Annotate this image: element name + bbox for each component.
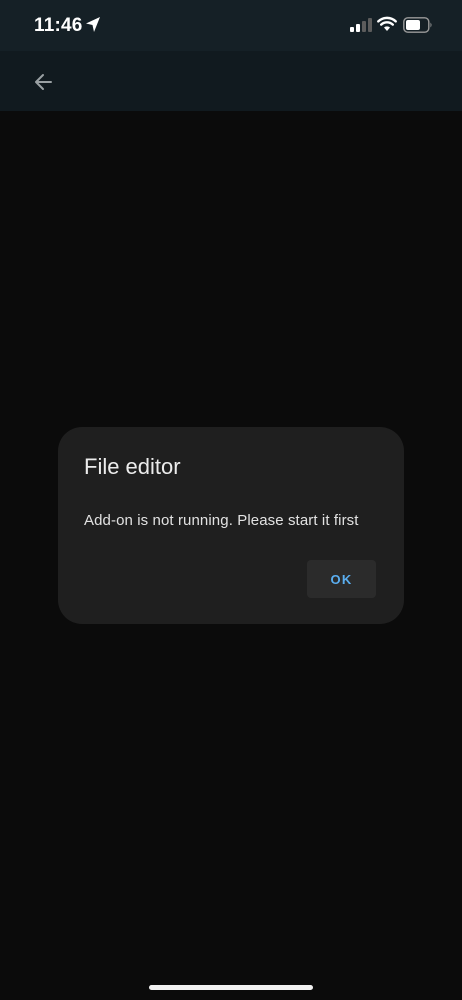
ok-button[interactable]: OK (307, 560, 376, 598)
back-button[interactable] (26, 65, 60, 99)
dialog-title: File editor (84, 454, 181, 479)
location-arrow-icon (86, 17, 100, 32)
status-time: 11:46 (34, 15, 83, 36)
battery-icon (403, 17, 432, 33)
dialog-message: Add-on is not running. Please start it f… (84, 512, 359, 529)
app-bar (0, 51, 462, 111)
status-bar: 11:46 (0, 0, 462, 51)
cellular-signal-icon (350, 18, 372, 32)
alert-dialog: File editor Add-on is not running. Pleas… (58, 427, 404, 624)
arrow-left-icon (35, 74, 52, 90)
home-indicator[interactable] (149, 985, 313, 990)
wifi-icon (377, 16, 397, 31)
screen: 11:46 File editor Add-on is not running.… (0, 0, 462, 1000)
